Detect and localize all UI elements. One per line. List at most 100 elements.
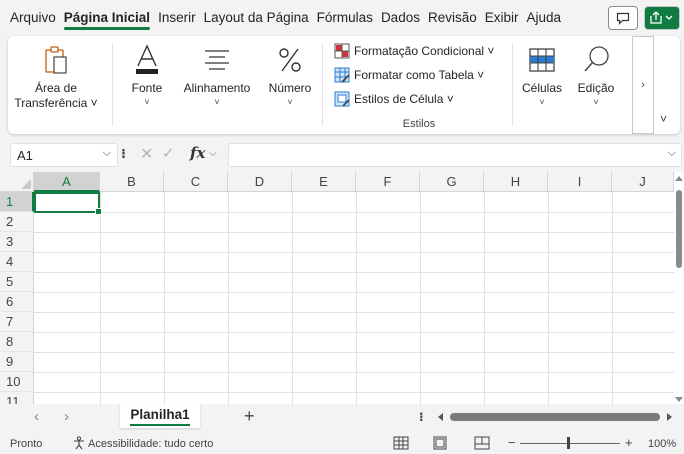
scroll-down-icon[interactable]: [675, 397, 683, 402]
tab-formulas[interactable]: Fórmulas: [313, 0, 377, 34]
enter-icon[interactable]: ✓: [162, 144, 175, 162]
horizontal-scrollbar[interactable]: [438, 412, 674, 422]
cell-styles-label: Estilos de Célula ˅: [354, 92, 454, 106]
column-header-d[interactable]: D: [228, 172, 292, 192]
insert-function-icon[interactable]: fx: [190, 144, 205, 162]
share-button[interactable]: [644, 6, 680, 30]
font-icon: [134, 42, 160, 78]
next-sheet-icon[interactable]: ›: [64, 408, 69, 425]
expand-formula-icon[interactable]: ⌵: [668, 147, 676, 160]
cells-icon: [528, 42, 556, 78]
ribbon-divider: [322, 44, 323, 126]
tab-revisao[interactable]: Revisão: [424, 0, 481, 34]
row-header-9[interactable]: 9: [0, 352, 34, 372]
scroll-left-icon[interactable]: [438, 413, 443, 421]
zoom-out-button[interactable]: −: [508, 435, 516, 450]
ribbon: Área de Transferência ˅ Fonte ˅ Alinhame…: [8, 36, 680, 134]
column-header-a[interactable]: A: [34, 172, 100, 192]
clipboard-label-line2: Transferência ˅: [14, 96, 98, 110]
vertical-scrollbar[interactable]: [674, 172, 684, 404]
comments-button[interactable]: [608, 6, 638, 30]
alignment-group[interactable]: Alinhamento ˅: [178, 36, 256, 134]
page-break-view-icon[interactable]: [474, 436, 490, 453]
clipboard-group[interactable]: Área de Transferência ˅: [14, 36, 98, 134]
page-layout-view-icon[interactable]: [432, 436, 448, 453]
grid-line: [34, 352, 674, 353]
zoom-slider[interactable]: [520, 443, 620, 444]
cells-group[interactable]: Células ˅: [516, 36, 568, 134]
styles-caption: Estilos: [402, 118, 436, 130]
accessibility-status[interactable]: Acessibilidade: tudo certo: [88, 438, 213, 450]
row-header-2[interactable]: 2: [0, 212, 34, 232]
format-as-table-label: Formatar como Tabela ˅: [354, 68, 485, 82]
active-cell-a1[interactable]: [34, 192, 102, 215]
spreadsheet-grid[interactable]: A B C D E F G H I J 1 2 3 4 5 6 7 8 9 10…: [0, 172, 684, 404]
scroll-right-icon[interactable]: [667, 413, 672, 421]
name-box[interactable]: A1 ⌵: [10, 143, 118, 167]
column-header-e[interactable]: E: [292, 172, 356, 192]
ribbon-collapse-icon[interactable]: ˅: [660, 112, 667, 126]
tab-pagina-inicial[interactable]: Página Inicial: [60, 0, 154, 34]
tab-inserir[interactable]: Inserir: [154, 0, 200, 34]
percent-icon: [277, 42, 303, 78]
vertical-scroll-thumb[interactable]: [676, 190, 682, 268]
row-header-6[interactable]: 6: [0, 292, 34, 312]
format-as-table-button[interactable]: Formatar como Tabela ˅: [334, 64, 514, 86]
status-bar: Pronto Acessibilidade: tudo certo − + 10…: [0, 434, 684, 454]
row-header-11[interactable]: 11: [0, 392, 34, 404]
ribbon-more-button[interactable]: ›: [632, 36, 654, 134]
cancel-icon[interactable]: ✕: [140, 144, 153, 164]
conditional-formatting-button[interactable]: Formatação Condicional ˅: [334, 40, 514, 62]
editing-label: Edição: [577, 81, 615, 95]
tab-layout-da-pagina[interactable]: Layout da Página: [200, 0, 313, 34]
accessibility-icon[interactable]: [72, 436, 86, 453]
grid-line: [34, 312, 674, 313]
row-header-4[interactable]: 4: [0, 252, 34, 272]
function-dropdown-icon[interactable]: ⌵: [209, 148, 217, 159]
zoom-slider-thumb[interactable]: [567, 437, 570, 449]
clipboard-label-line1: Área de: [34, 81, 77, 95]
row-header-1[interactable]: 1: [0, 192, 34, 212]
editing-group[interactable]: Edição ˅: [570, 36, 622, 134]
align-icon: [203, 42, 231, 78]
row-header-3[interactable]: 3: [0, 232, 34, 252]
zoom-level[interactable]: 100%: [648, 438, 676, 450]
column-header-j[interactable]: J: [612, 172, 674, 192]
formula-bar-grip-icon[interactable]: ⁝: [121, 146, 126, 162]
scroll-up-icon[interactable]: [675, 176, 683, 181]
clipboard-icon: [44, 42, 68, 78]
number-group[interactable]: Número ˅: [264, 36, 316, 134]
name-box-dropdown-icon[interactable]: ⌵: [103, 147, 111, 160]
column-header-b[interactable]: B: [100, 172, 164, 192]
status-ready: Pronto: [10, 438, 43, 450]
row-header-7[interactable]: 7: [0, 312, 34, 332]
row-header-5[interactable]: 5: [0, 272, 34, 292]
column-header-c[interactable]: C: [164, 172, 228, 192]
column-header-h[interactable]: H: [484, 172, 548, 192]
add-sheet-button[interactable]: +: [244, 406, 255, 427]
sheet-tab-planilha1[interactable]: Planilha1: [120, 404, 200, 428]
cell-styles-icon: [334, 91, 350, 107]
tabs-splitter-icon[interactable]: ⁝: [419, 410, 424, 424]
tab-arquivo[interactable]: Arquivo: [6, 0, 60, 34]
horizontal-scroll-thumb[interactable]: [450, 413, 660, 421]
column-header-i[interactable]: I: [548, 172, 612, 192]
formula-input[interactable]: ⌵: [228, 143, 682, 167]
clipboard-label: Área de Transferência ˅: [14, 81, 97, 111]
tab-ajuda[interactable]: Ajuda: [523, 0, 566, 34]
column-header-g[interactable]: G: [420, 172, 484, 192]
tab-exibir[interactable]: Exibir: [481, 0, 523, 34]
normal-view-icon[interactable]: [393, 436, 409, 453]
zoom-in-button[interactable]: +: [625, 435, 633, 450]
column-header-f[interactable]: F: [356, 172, 420, 192]
row-header-10[interactable]: 10: [0, 372, 34, 392]
select-all-corner[interactable]: [0, 172, 34, 192]
tab-dados[interactable]: Dados: [377, 0, 424, 34]
ribbon-divider: [512, 44, 513, 126]
format-as-table-icon: [334, 67, 350, 83]
row-header-8[interactable]: 8: [0, 332, 34, 352]
sheet-tabs-bar: ‹ › Planilha1 + ⁝: [0, 404, 684, 432]
previous-sheet-icon[interactable]: ‹: [34, 408, 39, 425]
cell-styles-button[interactable]: Estilos de Célula ˅: [334, 88, 514, 110]
font-group[interactable]: Fonte ˅: [122, 36, 172, 134]
